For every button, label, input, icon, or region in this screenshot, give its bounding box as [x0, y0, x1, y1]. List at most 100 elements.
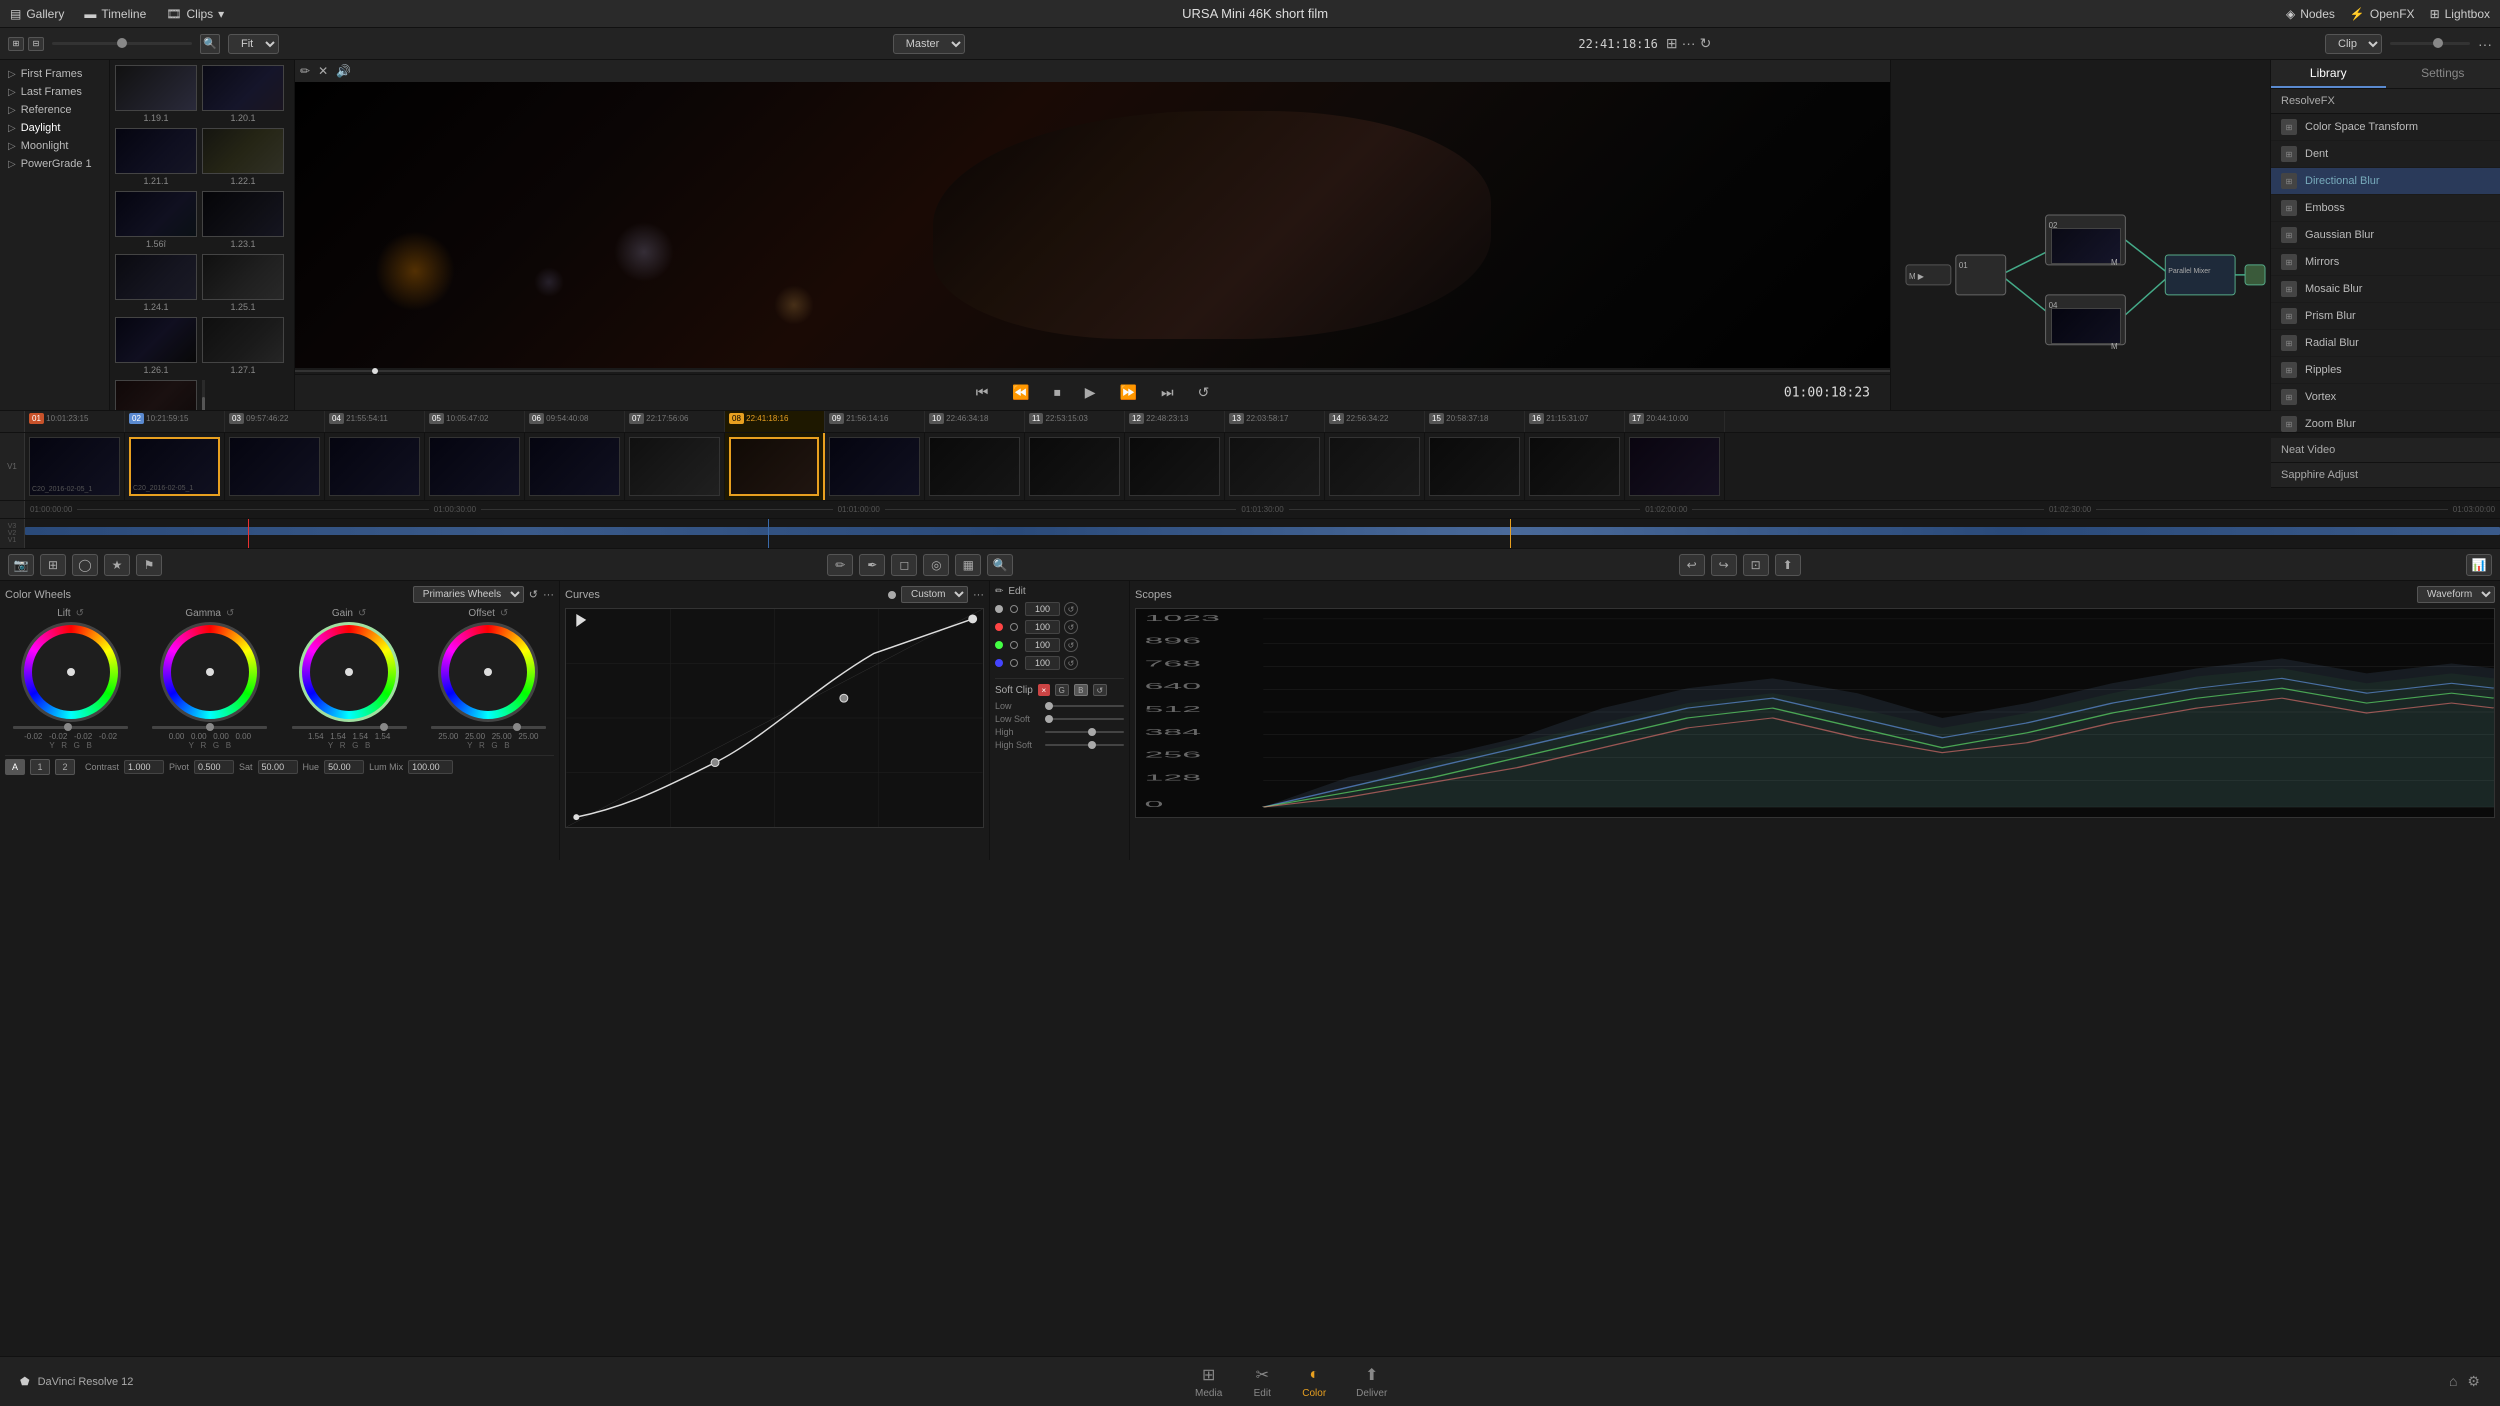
sidebar-item-daylight[interactable]: ▷ Daylight [0, 119, 109, 137]
nodes-btn[interactable]: ◈ Nodes [2286, 7, 2335, 21]
nav-deliver[interactable]: ⬆ Deliver [1356, 1365, 1387, 1399]
list-item[interactable]: 1.22.1 [202, 128, 284, 186]
tool-circle2-btn[interactable]: ◎ [923, 554, 949, 576]
list-item[interactable]: 1.24.1 [115, 254, 197, 312]
clip-zoom-handle[interactable] [2433, 38, 2443, 48]
skip-fwd-btn[interactable]: ⏭ [1155, 381, 1180, 404]
lightbox-btn[interactable]: ⊞ Lightbox [2430, 7, 2490, 21]
zoom-handle[interactable] [117, 38, 127, 48]
edit-value-r[interactable]: 100 [1025, 620, 1060, 634]
lummix-input[interactable] [408, 760, 453, 774]
step-back-btn[interactable]: ⏪ [1006, 381, 1035, 404]
settings-icon[interactable]: ⚙ [2467, 1373, 2480, 1390]
clip-zoom-slider[interactable] [2390, 42, 2470, 45]
tool-pen-btn[interactable]: ✒ [859, 554, 885, 576]
master-dropdown[interactable]: Master [893, 34, 965, 54]
timeline-tab[interactable]: ▬ Timeline [84, 7, 146, 21]
edit-value-y[interactable]: 100 [1025, 602, 1060, 616]
play-btn[interactable]: ▶ [1079, 381, 1102, 404]
lowsoft-slider-thumb[interactable] [1045, 715, 1053, 723]
sidebar-item-moonlight[interactable]: ▷ Moonlight [0, 137, 109, 155]
edit-value-g[interactable]: 100 [1025, 638, 1060, 652]
fx-item-mosaic[interactable]: ⊞ Mosaic Blur [2271, 276, 2500, 303]
fx-item-vortex[interactable]: ⊞ Vortex [2271, 384, 2500, 411]
gamma-color-wheel[interactable] [160, 622, 260, 722]
reset-y-btn[interactable]: ↺ [1064, 602, 1078, 616]
sidebar-item-powergrade[interactable]: ▷ PowerGrade 1 [0, 155, 109, 173]
mode-1-btn[interactable]: 1 [30, 759, 50, 775]
fx-item-radial[interactable]: ⊞ Radial Blur [2271, 330, 2500, 357]
timeline-clip-7[interactable] [625, 433, 725, 500]
settings-tab[interactable]: Settings [2386, 60, 2500, 88]
offset-slider[interactable] [431, 726, 546, 729]
primaries-mode-dropdown[interactable]: Primaries Wheels [413, 586, 524, 603]
nav-color[interactable]: ◐ Color [1302, 1365, 1326, 1399]
gamma-reset[interactable]: ↺ [226, 608, 234, 619]
low-slider-thumb[interactable] [1045, 702, 1053, 710]
sidebar-item-first-frames[interactable]: ▷ First Frames [0, 65, 109, 83]
lift-reset[interactable]: ↺ [76, 608, 84, 619]
timeline-clip-14[interactable] [1325, 433, 1425, 500]
tool-select-btn[interactable]: ◻ [891, 554, 917, 576]
scrollbar[interactable] [202, 380, 205, 410]
tool-redo-btn[interactable]: ↪ [1711, 554, 1737, 576]
nav-edit[interactable]: ✂ Edit [1252, 1365, 1272, 1399]
list-item[interactable]: 1.20.1 [202, 65, 284, 123]
fx-item-emboss[interactable]: ⊞ Emboss [2271, 195, 2500, 222]
layout-toggle-2[interactable]: ⊟ [28, 37, 44, 51]
clips-tab[interactable]: 🎞 Clips ▾ [166, 7, 224, 21]
clip-dropdown[interactable]: Clip [2325, 34, 2382, 54]
fullscreen-icon[interactable]: ⊞ [1666, 35, 1678, 52]
sidebar-item-last-frames[interactable]: ▷ Last Frames [0, 83, 109, 101]
nav-media[interactable]: ⊞ Media [1195, 1365, 1222, 1399]
scopes-mode-dropdown[interactable]: Waveform [2417, 586, 2495, 603]
low-slider-track[interactable] [1045, 705, 1124, 707]
refresh-icon[interactable]: ↻ [1700, 35, 1712, 52]
list-item[interactable]: 1.25.1 [202, 254, 284, 312]
fx-item-cst[interactable]: ⊞ Color Space Transform [2271, 114, 2500, 141]
reset-g-btn[interactable]: ↺ [1064, 638, 1078, 652]
highsoft-slider-track[interactable] [1045, 744, 1124, 746]
reset-b-btn[interactable]: ↺ [1064, 656, 1078, 670]
curves-canvas[interactable] [565, 608, 984, 828]
tool-camera-btn[interactable]: 📷 [8, 554, 34, 576]
gallery-tab[interactable]: ▤ Gallery [10, 7, 64, 21]
gamma-slider[interactable] [152, 726, 267, 729]
pivot-input[interactable] [194, 760, 234, 774]
soft-clip-more-btn[interactable]: ↺ [1093, 684, 1107, 696]
fx-item-gaussian[interactable]: ⊞ Gaussian Blur [2271, 222, 2500, 249]
sidebar-item-reference[interactable]: ▷ Reference [0, 101, 109, 119]
list-item[interactable]: 1.26.1 [115, 317, 197, 375]
soft-clip-enable[interactable]: × [1038, 684, 1050, 696]
fx-item-mirrors[interactable]: ⊞ Mirrors [2271, 249, 2500, 276]
list-item[interactable]: 1.23.1 [202, 191, 284, 249]
more-icon[interactable]: ··· [1682, 35, 1696, 52]
library-tab[interactable]: Library [2271, 60, 2386, 88]
search-btn[interactable]: 🔍 [200, 34, 220, 54]
offset-reset[interactable]: ↺ [500, 608, 508, 619]
timeline-clip-6[interactable] [525, 433, 625, 500]
timeline-clip-9[interactable] [825, 433, 925, 500]
list-item[interactable]: 1.27.1 [202, 317, 284, 375]
timeline-clip-1[interactable]: C20_2016-02-05_1 [25, 433, 125, 500]
timeline-clip-15[interactable] [1425, 433, 1525, 500]
openfx-btn[interactable]: ⚡ OpenFX [2350, 7, 2415, 21]
list-item[interactable]: 1.19.1 [115, 65, 197, 123]
high-slider-thumb[interactable] [1088, 728, 1096, 736]
soft-clip-g-btn[interactable]: G [1055, 684, 1069, 696]
clip-more-icon[interactable]: ··· [2478, 36, 2492, 52]
tool-waveform-btn[interactable]: 📊 [2466, 554, 2492, 576]
lift-slider[interactable] [13, 726, 128, 729]
tool-undo-btn[interactable]: ↩ [1679, 554, 1705, 576]
soft-clip-b-btn[interactable]: B [1074, 684, 1088, 696]
layout-toggle-1[interactable]: ⊞ [8, 37, 24, 51]
timeline-clip-16[interactable] [1525, 433, 1625, 500]
offset-color-wheel[interactable] [438, 622, 538, 722]
curves-mode-dropdown[interactable]: Custom [901, 586, 968, 603]
fit-dropdown[interactable]: Fit [228, 34, 279, 54]
tool-gradient-btn[interactable]: ▦ [955, 554, 981, 576]
timeline-clip-4[interactable] [325, 433, 425, 500]
home-icon[interactable]: ⌂ [2449, 1373, 2457, 1390]
gain-reset[interactable]: ↺ [358, 608, 366, 619]
timeline-clip-10[interactable] [925, 433, 1025, 500]
